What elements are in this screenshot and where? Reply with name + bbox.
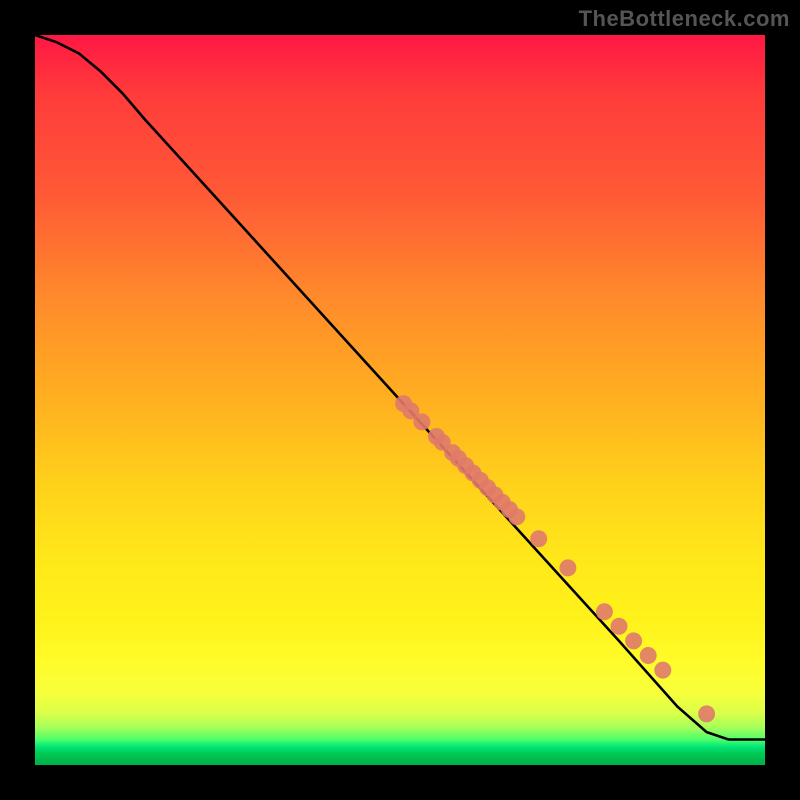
watermark: TheBottleneck.com [579,6,790,32]
data-point [559,559,576,576]
data-points [395,395,715,722]
data-point [654,662,671,679]
data-point [413,413,430,430]
data-point [640,647,657,664]
chart-stage: TheBottleneck.com [0,0,800,800]
data-point [596,603,613,620]
data-point [625,632,642,649]
data-point [698,705,715,722]
data-point [530,530,547,547]
data-point [508,508,525,525]
performance-curve [35,35,765,740]
data-point [611,618,628,635]
chart-overlay [35,35,765,765]
